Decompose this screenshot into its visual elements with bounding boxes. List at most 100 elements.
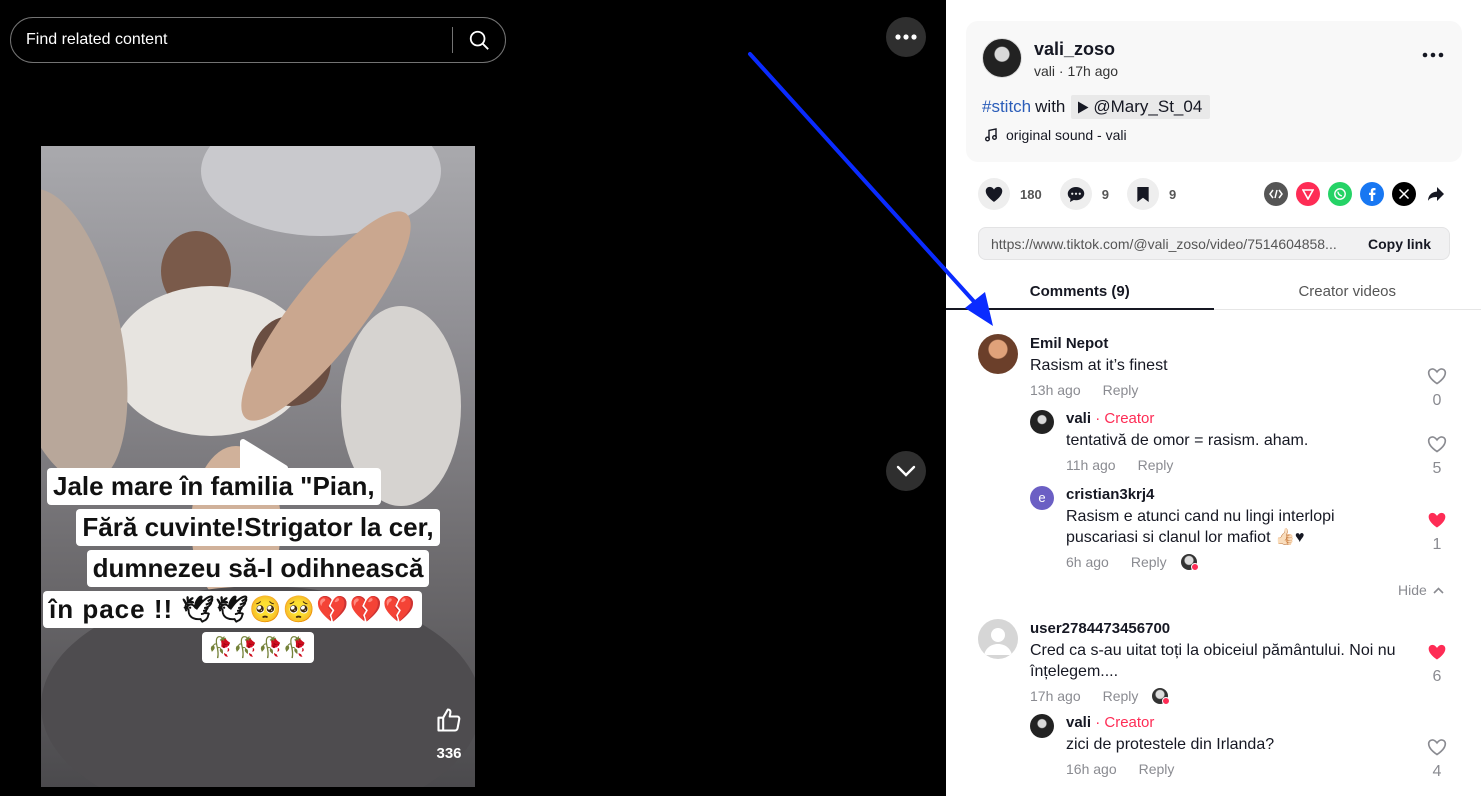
comment-text: zici de protestele din Irlanda? [1066,736,1275,753]
panel-tabs: Comments (9) Creator videos [946,270,1481,310]
avatar[interactable]: e [1030,486,1054,510]
post-description: #stitch with @Mary_St_04 [982,95,1211,119]
hide-label: Hide [1398,582,1427,598]
video-like-count: 336 [436,745,462,762]
video-url[interactable]: https://www.tiktok.com/@vali_zoso/video/… [979,236,1354,252]
caption-line: Jale mare în familia "Pian, [47,468,381,505]
with-text: with [1035,97,1066,116]
comment-like-count: 0 [1432,392,1442,409]
comment-like-button[interactable]: 5 [1422,435,1452,478]
reply-button[interactable]: Reply [1138,457,1174,473]
comment-username[interactable]: Emil Nepot [1030,335,1410,352]
whatsapp-icon[interactable] [1328,182,1352,206]
copy-link-button[interactable]: Copy link [1354,236,1449,252]
music-note-icon [985,128,997,142]
comment-body: Emil Nepot Rasism at it’s finest 13h ago… [1030,335,1410,398]
original-sound-link[interactable]: original sound - vali [984,127,1127,143]
video-player[interactable]: Jale mare în familia "Pian, Fără cuvinte… [41,146,475,787]
hashtag-link[interactable]: #stitch [982,97,1031,117]
stitch-user-name: @Mary_St_04 [1093,97,1203,116]
video-more-button[interactable] [886,17,926,57]
heart-outline-icon [1427,739,1447,756]
comment-text: Cred ca s-au uitat toți la obiceiul pămâ… [1030,642,1396,680]
avatar[interactable] [978,619,1018,659]
caption-line: în pace !! 🕊🕊🥺🥺💔💔💔 [43,591,423,628]
avatar[interactable] [1030,714,1054,738]
save-button[interactable] [1126,178,1159,210]
search-button[interactable] [453,18,505,62]
comment-like-button[interactable]: 6 [1422,643,1452,686]
x-icon[interactable] [1392,182,1416,206]
tab-comments[interactable]: Comments (9) [946,270,1214,310]
heart-icon [985,186,1003,202]
comment-like-button[interactable]: 1 [1422,511,1452,554]
heart-filled-icon [1428,644,1446,660]
bookmark-icon [1137,186,1149,202]
comment-like-button[interactable]: 4 [1422,738,1452,781]
creator-liked-avatar [1152,688,1171,705]
comment-text: tentativă de omor = rasism. aham. [1066,432,1309,449]
comment-username[interactable]: user2784473456700 [1030,620,1410,637]
comment-meta: 16h ago Reply [1066,761,1406,777]
comment-meta: 17h ago Reply [1030,688,1410,705]
author-name[interactable]: vali_zoso [1034,39,1115,60]
play-icon [1078,101,1089,113]
share-icons [1264,182,1448,206]
avatar[interactable] [1030,410,1054,434]
reply-button[interactable]: Reply [1131,554,1167,570]
comment-button[interactable] [1059,178,1092,210]
comment-body: vali · Creator zici de protestele din Ir… [1066,714,1406,777]
comment-username[interactable]: cristian3krj4 [1066,486,1406,503]
caption-line: 🥀🥀🥀🥀 [202,632,314,663]
comment-meta: 6h ago Reply [1066,554,1406,571]
post-more-button[interactable] [1422,45,1444,63]
creator-liked-avatar [1180,554,1199,571]
heart-outline-icon [1427,368,1447,385]
save-count: 9 [1168,186,1177,202]
comment-body: user2784473456700 Cred ca s-au uitat toț… [1030,620,1410,705]
reply-button[interactable]: Reply [1139,761,1175,777]
comment-body: cristian3krj4 Rasism e atunci cand nu li… [1066,486,1406,571]
share-icon[interactable] [1424,182,1448,206]
username-text: vali [1066,714,1092,731]
video-area: Jale mare în familia "Pian, Fără cuvinte… [0,0,946,796]
author-subtitle: vali · 17h ago [1034,63,1118,79]
video-like-button[interactable]: 336 [429,706,469,762]
video-caption-overlay: Jale mare în familia "Pian, Fără cuvinte… [41,468,475,667]
author-avatar[interactable] [982,38,1022,78]
comment-like-count: 5 [1432,460,1442,477]
tab-creator-videos[interactable]: Creator videos [1214,270,1481,309]
comment-meta: 11h ago Reply [1066,457,1406,473]
search-bar [10,17,506,63]
comment-username[interactable]: vali · Creator [1066,410,1406,427]
stitch-user-link[interactable]: @Mary_St_04 [1071,95,1211,119]
sound-name: original sound - vali [1006,127,1127,143]
next-video-button[interactable] [886,451,926,491]
more-horizontal-icon [1422,52,1444,58]
facebook-icon[interactable] [1360,182,1384,206]
comment-meta: 13h ago Reply [1030,382,1410,398]
reply-button[interactable]: Reply [1103,688,1139,704]
comment-time: 16h ago [1066,761,1117,777]
comment-time: 17h ago [1030,688,1081,704]
creator-badge: · Creator [1091,410,1155,427]
more-horizontal-icon [895,34,917,40]
comment-username[interactable]: vali · Creator [1066,714,1406,731]
search-input[interactable] [11,18,452,62]
post-info-card: vali_zoso vali · 17h ago #stitch with @M… [966,21,1462,162]
comment-like-button[interactable]: 0 [1422,367,1452,410]
caption-line: dumnezeu să-l odihnească [86,550,430,587]
like-button[interactable] [978,178,1010,210]
avatar[interactable] [978,334,1018,374]
heart-filled-icon [1428,512,1446,528]
reply-button[interactable]: Reply [1103,382,1139,398]
comment-time: 13h ago [1030,382,1081,398]
embed-icon[interactable] [1264,182,1288,206]
hide-replies-button[interactable]: Hide [1398,582,1444,598]
creator-badge: · Creator [1091,714,1155,731]
comment-like-count: 4 [1432,763,1442,780]
comment-time: 11h ago [1066,457,1116,473]
chevron-down-icon [896,465,916,477]
repost-icon[interactable] [1296,182,1320,206]
comment-text: Rasism e atunci cand nu lingi interlopi … [1066,508,1335,546]
